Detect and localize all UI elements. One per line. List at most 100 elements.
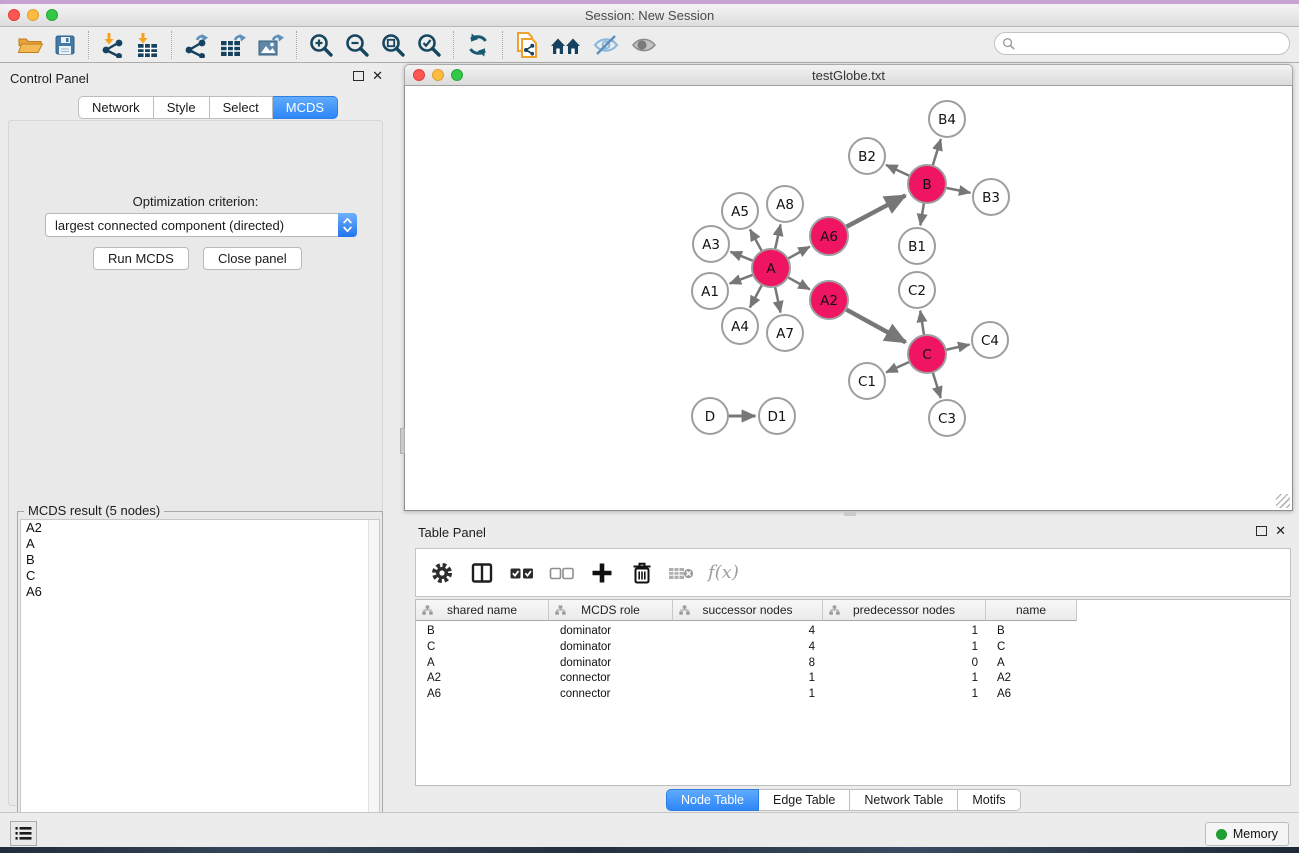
graph-edge-C-C1[interactable] xyxy=(886,362,910,373)
task-history-button[interactable] xyxy=(10,821,37,846)
graph-edge-A-A5[interactable] xyxy=(750,229,762,251)
network-bottom-scroll-nub[interactable] xyxy=(844,511,856,516)
function-builder-button[interactable]: f(x) xyxy=(708,562,739,583)
table-cell[interactable]: 1 xyxy=(673,686,823,702)
graph-edge-A-A6[interactable] xyxy=(788,247,810,259)
search-field[interactable] xyxy=(994,32,1290,55)
export-network-button[interactable] xyxy=(178,30,214,60)
graph-node-B4[interactable]: B4 xyxy=(929,101,965,137)
clone-network-button[interactable] xyxy=(509,30,545,60)
refresh-button[interactable] xyxy=(460,30,496,60)
graph-edge-B-B3[interactable] xyxy=(946,188,971,193)
deselect-all-button[interactable] xyxy=(544,555,580,591)
table-cell[interactable]: 0 xyxy=(823,655,986,671)
mcds-result-item[interactable]: B xyxy=(21,552,379,568)
graph-node-B1[interactable]: B1 xyxy=(899,228,935,264)
graph-edge-A-A7[interactable] xyxy=(775,287,781,313)
graph-node-A8[interactable]: A8 xyxy=(767,186,803,222)
table-cell[interactable]: dominator xyxy=(549,639,673,655)
delete-table-button[interactable] xyxy=(664,555,700,591)
graph-edge-A-A2[interactable] xyxy=(788,277,810,289)
show-column-button[interactable] xyxy=(464,555,500,591)
hide-selected-button[interactable] xyxy=(587,30,625,60)
graph-node-A7[interactable]: A7 xyxy=(767,315,803,351)
table-row[interactable]: Adominator80A xyxy=(416,655,1077,671)
table-cell[interactable]: B xyxy=(416,623,549,639)
graph-node-A4[interactable]: A4 xyxy=(722,308,758,344)
graph-edge-A-A1[interactable] xyxy=(730,275,754,284)
table-cell[interactable]: C xyxy=(986,639,1077,655)
tab-network-table[interactable]: Network Table xyxy=(850,789,958,811)
open-file-button[interactable] xyxy=(12,30,48,60)
optimization-criterion-dropdown[interactable]: largest connected component (directed) xyxy=(45,213,357,237)
graph-node-A5[interactable]: A5 xyxy=(722,193,758,229)
mcds-result-item[interactable]: A6 xyxy=(21,584,379,600)
search-input[interactable] xyxy=(1019,37,1269,51)
table-cell[interactable]: 1 xyxy=(823,623,986,639)
zoom-fit-button[interactable] xyxy=(375,30,411,60)
network-left-scroll-nub[interactable] xyxy=(400,428,405,454)
column-header-name[interactable]: name xyxy=(986,600,1077,621)
table-cell[interactable]: A2 xyxy=(986,670,1077,686)
table-cell[interactable]: dominator xyxy=(549,623,673,639)
graph-edge-C-C2[interactable] xyxy=(920,311,924,335)
import-table-button[interactable] xyxy=(130,30,165,60)
float-panel-icon[interactable] xyxy=(353,71,364,81)
graph-node-C3[interactable]: C3 xyxy=(929,400,965,436)
tab-motifs[interactable]: Motifs xyxy=(958,789,1020,811)
column-header-MCDS-role[interactable]: MCDS role xyxy=(549,600,673,621)
table-cell[interactable]: 8 xyxy=(673,655,823,671)
table-cell[interactable]: B xyxy=(986,623,1077,639)
graph-node-A6[interactable]: A6 xyxy=(810,217,848,255)
graph-node-B[interactable]: B xyxy=(908,165,946,203)
home-button[interactable] xyxy=(545,30,587,60)
network-canvas[interactable]: B4B2BB3A8A5A6A3B1AA1C2A2A4A7C4CC1C3DD1 xyxy=(404,86,1293,511)
mcds-result-item[interactable]: A2 xyxy=(21,520,379,536)
graph-edge-C-C4[interactable] xyxy=(946,345,970,350)
network-graph[interactable]: B4B2BB3A8A5A6A3B1AA1C2A2A4A7C4CC1C3DD1 xyxy=(405,86,1292,509)
tab-select[interactable]: Select xyxy=(210,96,273,119)
graph-edge-C-C3[interactable] xyxy=(933,372,941,398)
table-cell[interactable]: dominator xyxy=(549,655,673,671)
tab-edge-table[interactable]: Edge Table xyxy=(759,789,850,811)
close-panel-button[interactable]: Close panel xyxy=(203,247,302,270)
delete-column-button[interactable] xyxy=(624,555,660,591)
close-table-panel-icon[interactable]: ✕ xyxy=(1275,526,1286,536)
zoom-selected-button[interactable] xyxy=(411,30,447,60)
tab-node-table[interactable]: Node Table xyxy=(666,789,759,811)
column-header-predecessor-nodes[interactable]: predecessor nodes xyxy=(823,600,986,621)
table-cell[interactable]: connector xyxy=(549,670,673,686)
memory-button[interactable]: Memory xyxy=(1205,822,1289,846)
zoom-out-button[interactable] xyxy=(339,30,375,60)
select-all-button[interactable] xyxy=(504,555,540,591)
table-cell[interactable]: C xyxy=(416,639,549,655)
table-cell[interactable]: A2 xyxy=(416,670,549,686)
tab-network[interactable]: Network xyxy=(78,96,154,119)
export-table-button[interactable] xyxy=(214,30,252,60)
mcds-result-item[interactable]: A xyxy=(21,536,379,552)
graph-node-C4[interactable]: C4 xyxy=(972,322,1008,358)
save-session-button[interactable] xyxy=(48,30,82,60)
create-column-button[interactable] xyxy=(584,555,620,591)
close-panel-icon[interactable]: ✕ xyxy=(372,71,383,81)
zoom-in-button[interactable] xyxy=(303,30,339,60)
graph-node-A3[interactable]: A3 xyxy=(693,226,729,262)
table-cell[interactable]: connector xyxy=(549,686,673,702)
table-row[interactable]: A2connector11A2 xyxy=(416,670,1077,686)
tab-mcds[interactable]: MCDS xyxy=(273,96,338,119)
graph-edge-A-A8[interactable] xyxy=(775,225,780,250)
export-image-button[interactable] xyxy=(252,30,290,60)
graph-node-B2[interactable]: B2 xyxy=(849,138,885,174)
resize-grip[interactable] xyxy=(1276,494,1290,508)
table-cell[interactable]: 1 xyxy=(823,686,986,702)
graph-node-C1[interactable]: C1 xyxy=(849,363,885,399)
graph-edge-A2-C[interactable] xyxy=(846,309,906,342)
table-cell[interactable]: 4 xyxy=(673,623,823,639)
run-mcds-button[interactable]: Run MCDS xyxy=(93,247,189,270)
table-row[interactable]: Cdominator41C xyxy=(416,639,1077,655)
table-row[interactable]: Bdominator41B xyxy=(416,623,1077,639)
float-table-panel-icon[interactable] xyxy=(1256,526,1267,536)
graph-node-A2[interactable]: A2 xyxy=(810,281,848,319)
graph-node-A1[interactable]: A1 xyxy=(692,273,728,309)
column-header-successor-nodes[interactable]: successor nodes xyxy=(673,600,823,621)
